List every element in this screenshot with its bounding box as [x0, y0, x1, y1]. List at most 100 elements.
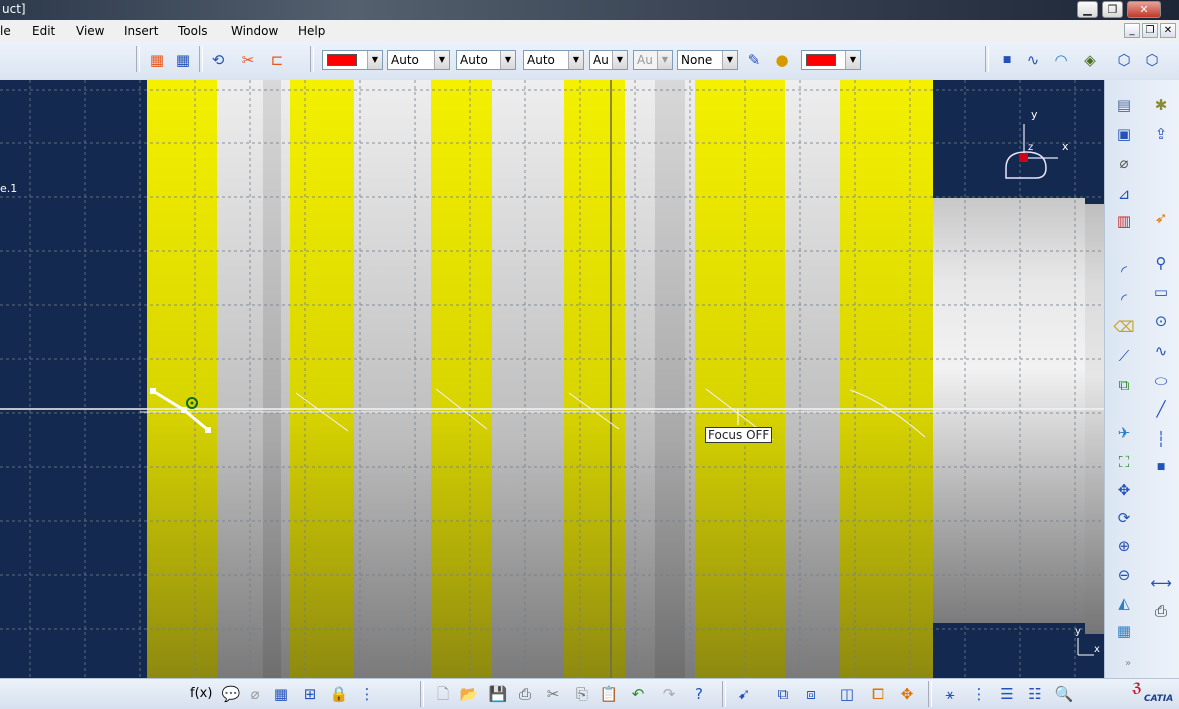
axis-line-icon[interactable]: ┆	[1150, 428, 1172, 450]
attach-icon[interactable]: ⌀	[1113, 152, 1135, 174]
list-icon[interactable]: ⋮	[968, 683, 990, 705]
surface-icon[interactable]: ◠	[1050, 49, 1072, 71]
undo-icon[interactable]: ↶	[627, 683, 649, 705]
fill-color-select[interactable]: ▼	[801, 50, 861, 70]
close-button[interactable]: ✕	[1127, 1, 1161, 18]
menu-window[interactable]: Window	[231, 24, 278, 38]
line-type-select[interactable]: Auto ▼	[387, 50, 450, 70]
positioned-sketch-icon[interactable]: ✱	[1150, 94, 1172, 116]
mirror-icon[interactable]: ⟋	[1113, 345, 1135, 367]
zoom-out-icon[interactable]: ⊖	[1113, 564, 1135, 586]
line-thickness-select[interactable]: Auto ▼	[456, 50, 516, 70]
dimension-icon[interactable]: ⟷	[1150, 572, 1172, 594]
project-3d-icon[interactable]: ⧉	[1113, 374, 1135, 396]
hide-show-icon[interactable]: ⧉	[772, 683, 794, 705]
formula-icon[interactable]: f(x)	[190, 683, 212, 705]
multi-view-icon[interactable]: ▦	[1113, 620, 1135, 642]
redo-icon[interactable]: ↷	[658, 683, 680, 705]
construction-icon[interactable]: ⟲	[207, 49, 229, 71]
point-icon[interactable]: ■	[1150, 456, 1172, 478]
line-icon[interactable]: ╱	[1150, 398, 1172, 420]
more-icon[interactable]: »	[1125, 658, 1131, 669]
mdi-close-button[interactable]: ✕	[1160, 23, 1176, 38]
zoom-in-icon[interactable]: ⊕	[1113, 535, 1135, 557]
spline-icon[interactable]: ∿	[1150, 340, 1172, 362]
new-file-icon[interactable]: 🗋	[432, 683, 454, 705]
open-file-icon[interactable]: 📂	[458, 683, 480, 705]
arc-icon[interactable]: ◜	[1113, 260, 1135, 282]
render-style-value: None	[681, 53, 713, 67]
3d-viewport[interactable]: e.1 y x z y x	[0, 80, 1104, 678]
menu-view[interactable]: View	[76, 24, 104, 38]
mdi-minimize-button[interactable]: _	[1124, 23, 1140, 38]
constraint-display-icon[interactable]: ⚹	[939, 683, 961, 705]
axis-indicator-icon	[1077, 638, 1094, 656]
layer-value: Au	[593, 53, 609, 67]
spec-tree-icon[interactable]: ☰	[996, 683, 1018, 705]
measure-icon[interactable]: ◈	[1079, 49, 1101, 71]
exit-workbench-icon[interactable]: ⬡	[1141, 49, 1163, 71]
rectangle-icon[interactable]: ▭	[1150, 281, 1172, 303]
point-type-value: Auto	[527, 53, 555, 67]
compass-x-label: x	[1062, 140, 1069, 153]
sketch-icon[interactable]: ▤	[1113, 94, 1135, 116]
mdi-restore-button[interactable]: ❐	[1142, 23, 1158, 38]
save-icon[interactable]: 💾	[487, 683, 509, 705]
snap-grid-icon[interactable]: ▦	[172, 49, 194, 71]
tree-label[interactable]: e.1	[0, 182, 17, 195]
print-icon[interactable]: ⎙	[514, 683, 536, 705]
menu-tools[interactable]: Tools	[178, 24, 208, 38]
analysis-icon[interactable]: 🔍	[1053, 683, 1075, 705]
apply-material-icon[interactable]: ●	[771, 49, 793, 71]
corner-icon[interactable]: ◜	[1113, 288, 1135, 310]
comment-icon[interactable]: 💬	[220, 683, 242, 705]
select-icon[interactable]: ➹	[733, 683, 755, 705]
lock-icon[interactable]: 🔒	[328, 683, 350, 705]
eraser-icon[interactable]: ⌫	[1113, 316, 1135, 338]
profile-icon[interactable]: ⚲	[1150, 252, 1172, 274]
fly-icon[interactable]: ✈	[1113, 422, 1135, 444]
paste-icon[interactable]: 📋	[598, 683, 620, 705]
render-style-select[interactable]: None ▼	[677, 50, 738, 70]
normal-view-icon[interactable]: ◭	[1113, 592, 1135, 614]
fit-all-icon[interactable]: ⛶	[1113, 451, 1135, 473]
constraint-icon[interactable]: ⊿	[1113, 183, 1135, 205]
circle-icon[interactable]: ⊙	[1150, 310, 1172, 332]
properties-icon[interactable]: ☷	[1024, 683, 1046, 705]
ellipse-icon[interactable]: ⬭	[1150, 370, 1172, 392]
point-type-select[interactable]: Auto ▼	[523, 50, 584, 70]
layer-select[interactable]: Au ▼	[589, 50, 628, 70]
auto-constraint-icon[interactable]: ▥	[1113, 210, 1135, 232]
pan-icon[interactable]: ✥	[1113, 479, 1135, 501]
tree-icon[interactable]: ⊞	[299, 683, 321, 705]
grid-icon[interactable]: ▦	[146, 49, 168, 71]
part-body-icon[interactable]: ⬡	[1113, 49, 1135, 71]
fix-together-icon[interactable]: ✥	[896, 683, 918, 705]
copy-icon[interactable]: ⎘	[571, 683, 593, 705]
point-icon[interactable]: ■	[996, 49, 1018, 71]
help-icon[interactable]: ?	[688, 683, 710, 705]
swap-space-icon[interactable]: ⧈	[800, 683, 822, 705]
menu-edit[interactable]: Edit	[32, 24, 55, 38]
knowledge-icon[interactable]: ⌀	[244, 683, 266, 705]
select-arrow-icon[interactable]: ➶	[1150, 207, 1172, 229]
rotate-icon[interactable]: ⟳	[1113, 507, 1135, 529]
exit-sketch-icon[interactable]: ▣	[1113, 123, 1135, 145]
cut-icon[interactable]: ✂	[542, 683, 564, 705]
painter-icon[interactable]: ✎	[743, 49, 765, 71]
menu-file[interactable]: le	[0, 24, 11, 38]
export-icon[interactable]: ⇪	[1150, 123, 1172, 145]
geometric-constraint-icon[interactable]: ✂	[237, 49, 259, 71]
cut-sketch-icon[interactable]: ⧠	[867, 683, 889, 705]
menu-help[interactable]: Help	[298, 24, 325, 38]
restore-button[interactable]: ❐	[1102, 1, 1123, 18]
print-icon[interactable]: ⎙	[1150, 600, 1172, 622]
spline-icon[interactable]: ∿	[1022, 49, 1044, 71]
minimize-button[interactable]: ▁	[1077, 1, 1098, 18]
render-icon[interactable]: ◫	[836, 683, 858, 705]
menu-insert[interactable]: Insert	[124, 24, 158, 38]
line-color-select[interactable]: ▼	[322, 50, 383, 70]
macro-icon[interactable]: ⋮	[356, 683, 378, 705]
table-icon[interactable]: ▦	[270, 683, 292, 705]
dimensional-constraint-icon[interactable]: ⊏	[266, 49, 288, 71]
